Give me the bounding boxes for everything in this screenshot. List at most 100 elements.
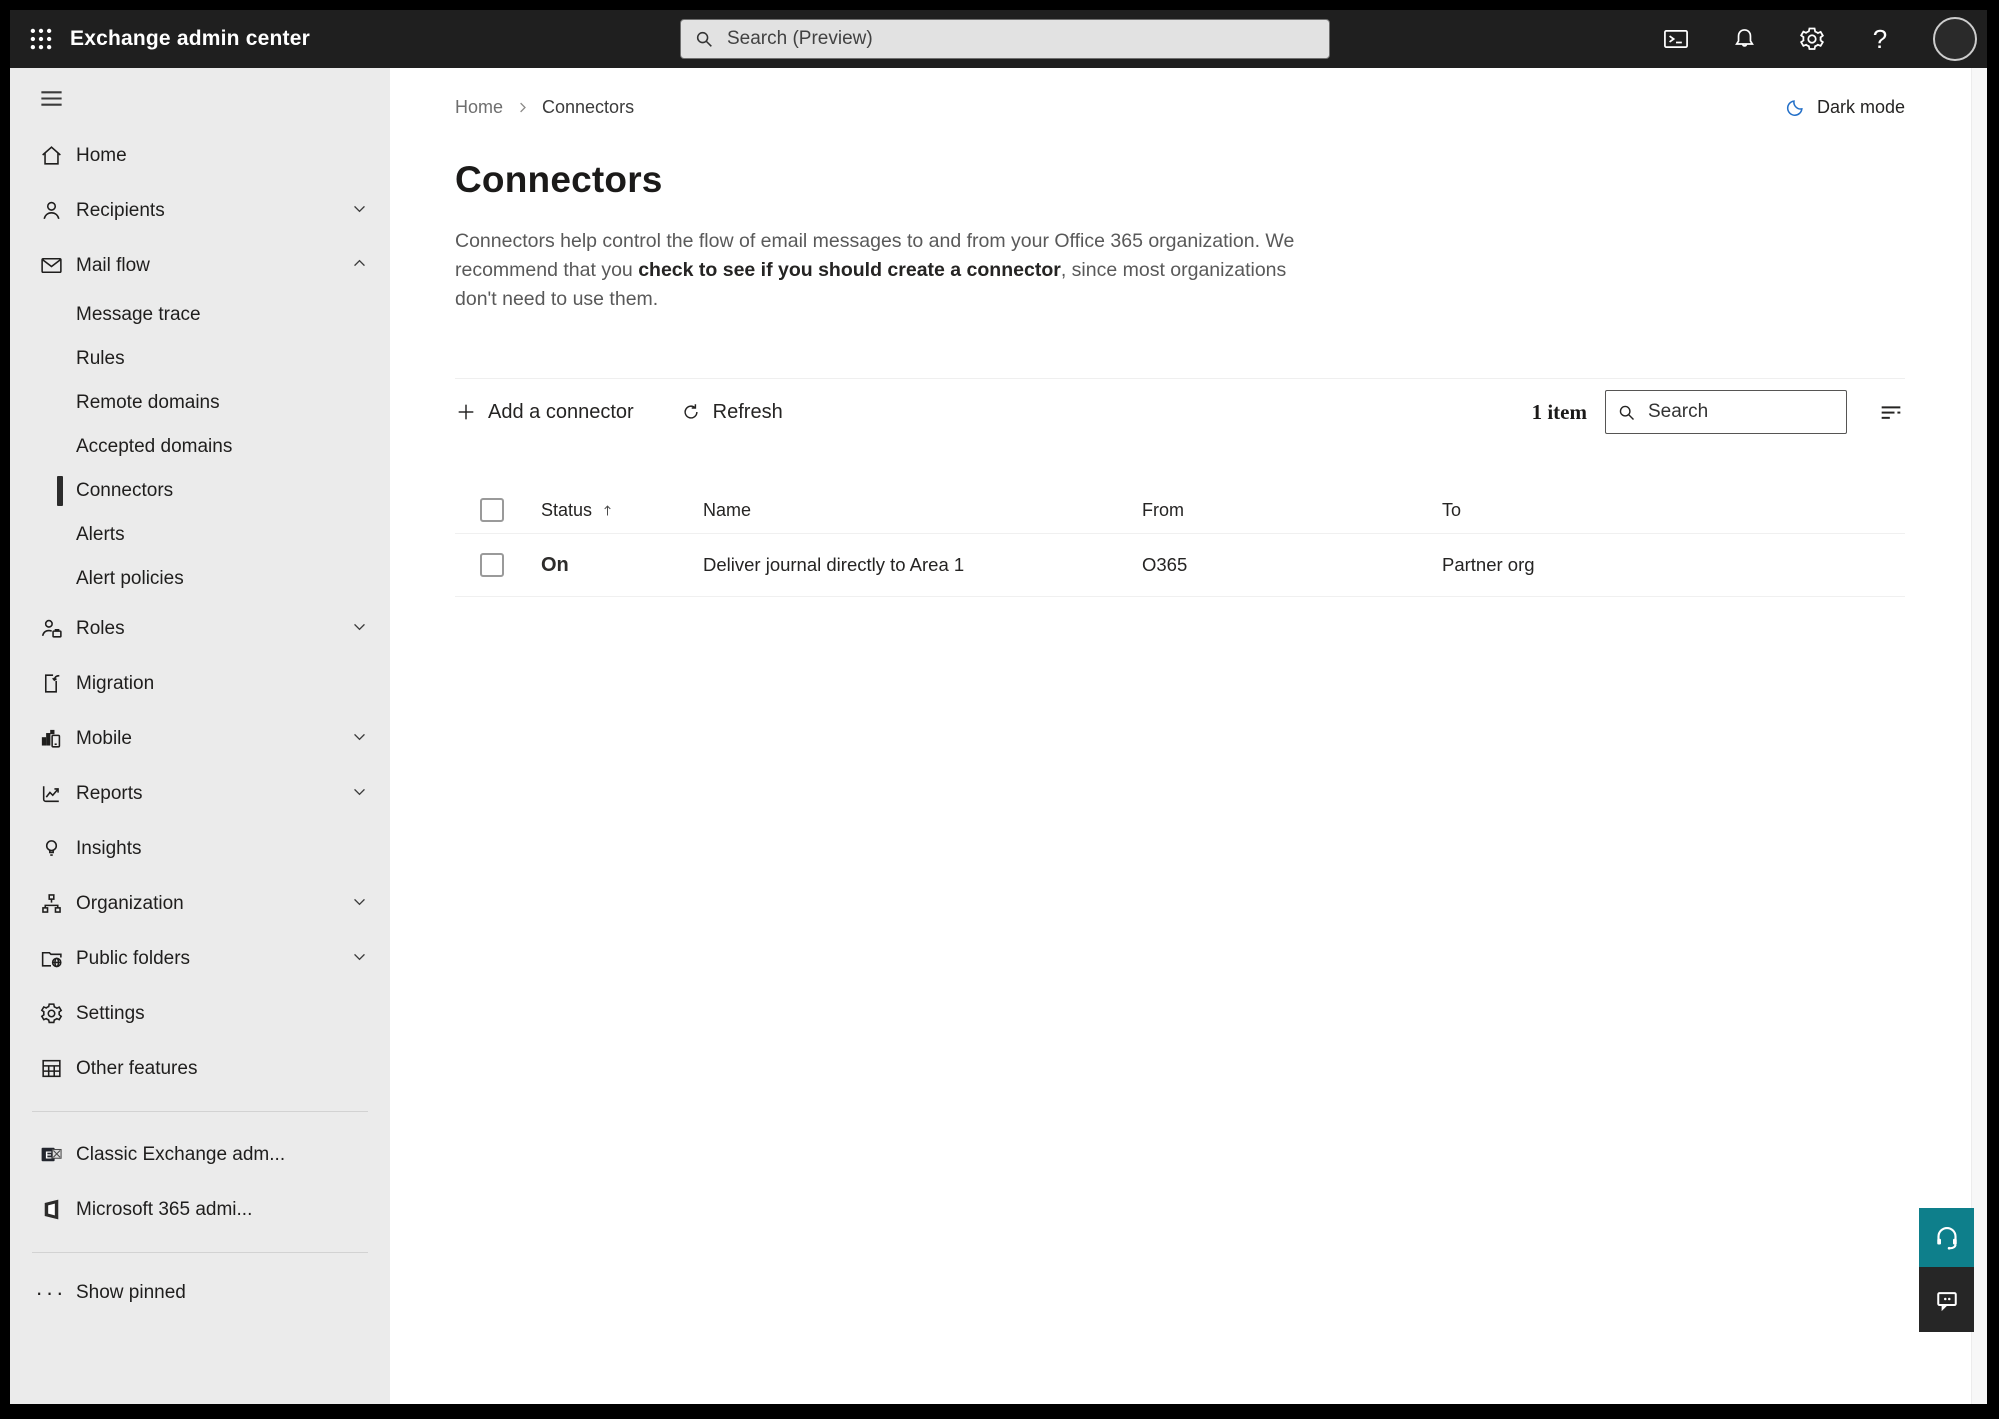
sidebar-item-migration[interactable]: Migration (10, 656, 390, 711)
breadcrumb-current: Connectors (542, 97, 635, 117)
sidebar-item-accepted-domains[interactable]: Accepted domains (10, 425, 390, 469)
svg-text:E: E (45, 1150, 52, 1161)
table-header-row: Status Name From To (455, 487, 1905, 533)
list-search-input[interactable] (1646, 400, 1836, 424)
notifications-bell-icon[interactable] (1729, 24, 1759, 54)
sidebar-item-organization[interactable]: Organization (10, 876, 390, 931)
feedback-chat-button[interactable] (1919, 1267, 1974, 1332)
sidebar-item-alert-policies[interactable]: Alert policies (10, 557, 390, 601)
search-icon (696, 31, 712, 47)
breadcrumb-chevron-icon (520, 102, 526, 113)
top-app-bar: Exchange admin center Search (Preview) ? (10, 10, 1987, 68)
sidebar-item-show-pinned[interactable]: ··· Show pinned (10, 1268, 390, 1318)
column-header-status[interactable]: Status (541, 500, 703, 521)
chevron-down-icon (351, 948, 368, 970)
headset-icon (1936, 1226, 1957, 1250)
dark-mode-label: Dark mode (1816, 97, 1905, 117)
search-icon (1619, 405, 1634, 420)
dark-mode-toggle[interactable]: Dark mode (1784, 96, 1905, 119)
refresh-icon (684, 404, 698, 419)
app-window: Exchange admin center Search (Preview) ?… (10, 10, 1987, 1404)
row-status: On (541, 553, 569, 576)
item-count: 1 item (1531, 399, 1587, 424)
chevron-down-icon (351, 200, 368, 222)
sidebar-item-remote-domains[interactable]: Remote domains (10, 381, 390, 425)
home-icon (38, 143, 64, 169)
sidebar-item-other-features[interactable]: Other features (10, 1041, 390, 1096)
settings-gear-icon[interactable] (1797, 24, 1827, 54)
description-link[interactable]: check to see if you should create a conn… (638, 259, 1061, 281)
sort-ascending-icon (604, 504, 611, 515)
global-search-box[interactable] (680, 19, 1330, 59)
ellipsis-icon: ··· (35, 1280, 67, 1305)
column-header-name[interactable]: Name (703, 500, 1142, 521)
sidebar-item-message-trace[interactable]: Message trace (10, 293, 390, 337)
page-description: Connectors help control the flow of emai… (455, 227, 1317, 314)
sidebar-item-home[interactable]: Home (10, 128, 390, 183)
exchange-admin-center-screen: Exchange admin center Search (Preview) ?… (0, 0, 1999, 1419)
account-avatar[interactable] (1933, 17, 1977, 61)
global-search-input[interactable] (725, 27, 1317, 51)
sidebar-item-alerts[interactable]: Alerts (10, 513, 390, 557)
table-grid-icon (38, 1056, 64, 1082)
sidebar-item-microsoft-365-admin[interactable]: Microsoft 365 admi... (10, 1182, 390, 1237)
app-launcher-icon[interactable] (18, 10, 64, 68)
refresh-button[interactable]: Refresh (680, 401, 783, 424)
list-toolbar: Add a connector Refresh 1 item (455, 379, 1905, 445)
sidebar-item-recipients[interactable]: Recipients (10, 183, 390, 238)
sidebar-item-classic-exchange-admin[interactable]: E Classic Exchange adm... (10, 1127, 390, 1182)
list-search-box[interactable] (1605, 390, 1847, 434)
collapse-nav-hamburger-icon[interactable] (10, 68, 390, 128)
row-to: Partner org (1442, 554, 1535, 575)
moon-icon (1786, 100, 1803, 116)
table-row[interactable]: On Deliver journal directly to Area 1 O3… (455, 533, 1905, 597)
sidebar-divider (32, 1252, 368, 1253)
plus-icon (458, 404, 474, 420)
org-chart-icon (38, 891, 64, 917)
row-from: O365 (1142, 554, 1188, 575)
main-content: Home Connectors Dark mode Connectors Con… (390, 68, 1987, 1404)
classic-exchange-logo-icon: E (38, 1142, 64, 1168)
support-headset-button[interactable] (1919, 1208, 1974, 1267)
microsoft-365-logo-icon (38, 1197, 64, 1223)
sidebar-item-connectors[interactable]: Connectors (10, 469, 390, 513)
chevron-up-icon (351, 255, 368, 277)
scrollbar-track[interactable] (1971, 68, 1987, 1404)
chevron-down-icon (351, 893, 368, 915)
reports-chart-icon (38, 781, 64, 807)
cloud-shell-icon[interactable] (1661, 24, 1691, 54)
select-all-checkbox[interactable] (480, 498, 504, 522)
filter-icon[interactable] (1877, 398, 1905, 426)
gear-icon (38, 1001, 64, 1027)
help-button-stack (1919, 1208, 1974, 1332)
help-question-icon[interactable]: ? (1865, 24, 1895, 54)
chevron-down-icon (351, 618, 368, 640)
sidebar-item-insights[interactable]: Insights (10, 821, 390, 876)
mobile-devices-icon (38, 726, 64, 752)
column-header-to[interactable]: To (1442, 500, 1905, 521)
migration-document-icon (38, 671, 64, 697)
row-name[interactable]: Deliver journal directly to Area 1 (703, 554, 1142, 576)
row-checkbox[interactable] (480, 553, 504, 577)
sidebar-item-roles[interactable]: Roles (10, 601, 390, 656)
lightbulb-icon (38, 836, 64, 862)
left-navigation: Home Recipients Mail flow Message trace … (10, 68, 390, 1404)
sidebar-divider (32, 1111, 368, 1112)
page-title: Connectors (455, 159, 663, 200)
chevron-down-icon (351, 783, 368, 805)
sidebar-item-public-folders[interactable]: Public folders (10, 931, 390, 986)
add-connector-button[interactable]: Add a connector (455, 401, 634, 424)
sidebar-item-settings[interactable]: Settings (10, 986, 390, 1041)
sidebar-item-mail-flow[interactable]: Mail flow (10, 238, 390, 293)
sidebar-item-reports[interactable]: Reports (10, 766, 390, 821)
column-header-from[interactable]: From (1142, 500, 1442, 521)
envelope-icon (38, 253, 64, 279)
sidebar-item-mobile[interactable]: Mobile (10, 711, 390, 766)
sidebar-item-rules[interactable]: Rules (10, 337, 390, 381)
breadcrumb-home-link[interactable]: Home (455, 97, 503, 118)
breadcrumb: Home Connectors (455, 97, 634, 118)
person-icon (38, 198, 64, 224)
app-title: Exchange admin center (70, 27, 310, 50)
connectors-table: Status Name From To On Deliver journal d… (455, 487, 1905, 597)
topbar-icons: ? (1661, 10, 1977, 68)
